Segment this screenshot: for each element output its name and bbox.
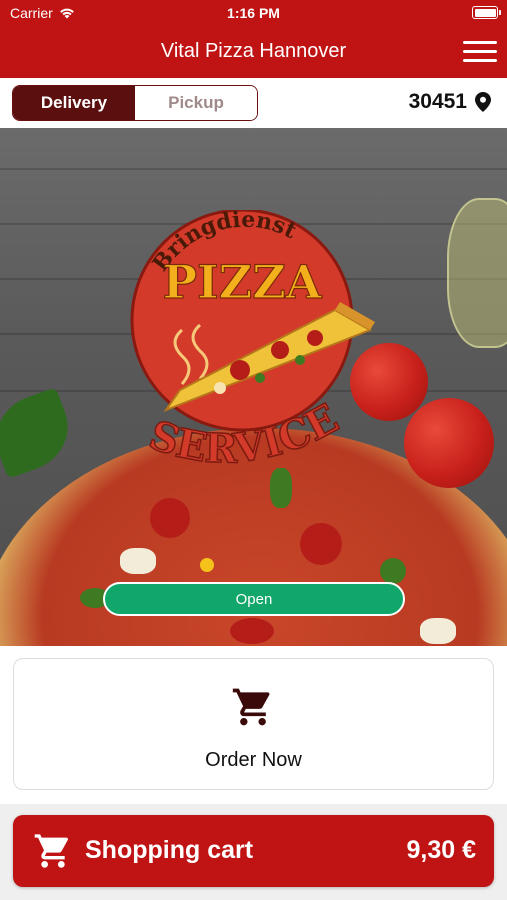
status-time: 1:16 PM: [227, 5, 280, 21]
pickup-tab[interactable]: Pickup: [135, 86, 257, 120]
basil-leaf-image: [0, 387, 80, 479]
location-pin-icon: [475, 92, 491, 112]
open-status-button[interactable]: Open: [103, 582, 405, 616]
delivery-tab[interactable]: Delivery: [13, 86, 135, 120]
glass-image: [447, 198, 507, 348]
delivery-pickup-toggle: Delivery Pickup: [12, 85, 258, 121]
cart-total: 9,30 €: [406, 836, 476, 864]
hero-banner: Bringdienst PIZZA SERVICE Open: [0, 128, 507, 646]
status-bar: Carrier 1:16 PM: [0, 0, 507, 26]
pizza-service-logo: Bringdienst PIZZA SERVICE: [130, 210, 375, 473]
zip-code: 30451: [408, 90, 467, 113]
shopping-cart-button[interactable]: Shopping cart 9,30 €: [13, 815, 494, 887]
shopping-cart-label: Shopping cart: [85, 836, 254, 864]
page-title: Vital Pizza Hannover: [160, 40, 347, 62]
hamburger-menu-icon[interactable]: [463, 39, 497, 65]
cart-icon: [34, 834, 68, 868]
battery-icon: [472, 6, 501, 19]
cart-icon: [232, 688, 270, 726]
zip-code-selector[interactable]: 30451: [409, 90, 491, 114]
svg-text:PIZZA: PIZZA: [163, 255, 323, 309]
nav-bar: Vital Pizza Hannover: [0, 26, 507, 78]
tomato-image: [404, 398, 494, 488]
mode-toggle-row: Delivery Pickup 30451: [0, 78, 507, 128]
order-section: Order Now: [0, 646, 507, 804]
order-now-label: Order Now: [205, 749, 302, 771]
order-now-button[interactable]: Order Now: [13, 658, 494, 790]
